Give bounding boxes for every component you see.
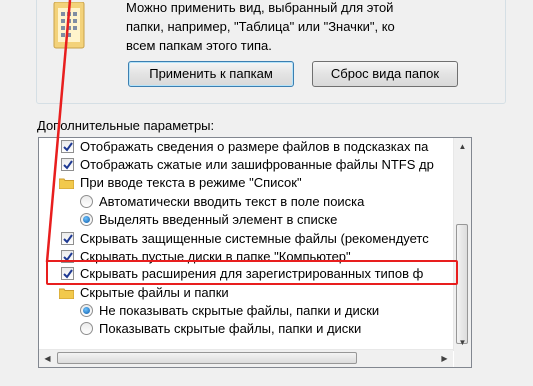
advanced-settings-label: Дополнительные параметры: (37, 118, 215, 133)
folder-views-icon (52, 1, 86, 50)
checkbox[interactable] (61, 232, 74, 245)
folder-icon (58, 176, 75, 190)
highlight-box (46, 260, 458, 285)
apply-to-folders-button[interactable]: Применить к папкам (128, 61, 294, 87)
scrollbar-thumb[interactable] (57, 352, 357, 364)
list-item-label: Скрывать защищенные системные файлы (рек… (80, 231, 429, 246)
scroll-up-icon[interactable]: ▲ (454, 138, 471, 155)
list-item-label: Отображать сжатые или зашифрованные файл… (80, 157, 434, 172)
reset-folders-button[interactable]: Сброс вида папок (312, 61, 458, 87)
scrollbar-thumb[interactable] (456, 224, 468, 344)
folder-icon (58, 286, 75, 300)
horizontal-scrollbar[interactable]: ◀ ▶ (39, 349, 453, 367)
radio-button[interactable] (80, 213, 93, 226)
list-item-label: Не показывать скрытые файлы, папки и дис… (99, 303, 380, 318)
vertical-scrollbar[interactable]: ▲ ▼ (453, 138, 471, 351)
checkbox[interactable] (61, 158, 74, 171)
scroll-right-icon[interactable]: ▶ (436, 350, 453, 367)
radio-button[interactable] (80, 304, 93, 317)
list-item-label: Отображать сведения о размере файлов в п… (80, 139, 429, 154)
list-item-label: Выделять введенный элемент в списке (99, 212, 338, 227)
scroll-left-icon[interactable]: ◀ (39, 350, 56, 367)
list-item-label: Автоматически вводить текст в поле поиск… (99, 194, 365, 209)
radio-button[interactable] (80, 322, 93, 335)
advanced-settings-tree[interactable]: Отображать сведения о размере файлов в п… (38, 137, 472, 368)
list-item-label: Скрытые файлы и папки (80, 285, 229, 300)
checkbox[interactable] (61, 140, 74, 153)
scrollbar-corner (454, 350, 471, 367)
radio-button[interactable] (80, 195, 93, 208)
folder-views-description: Можно применить вид, выбранный для этой … (126, 0, 395, 53)
list-item-label: При вводе текста в режиме "Список" (80, 175, 302, 190)
list-item-label: Показывать скрытые файлы, папки и диски (99, 321, 362, 336)
scroll-down-icon[interactable]: ▼ (454, 334, 471, 351)
